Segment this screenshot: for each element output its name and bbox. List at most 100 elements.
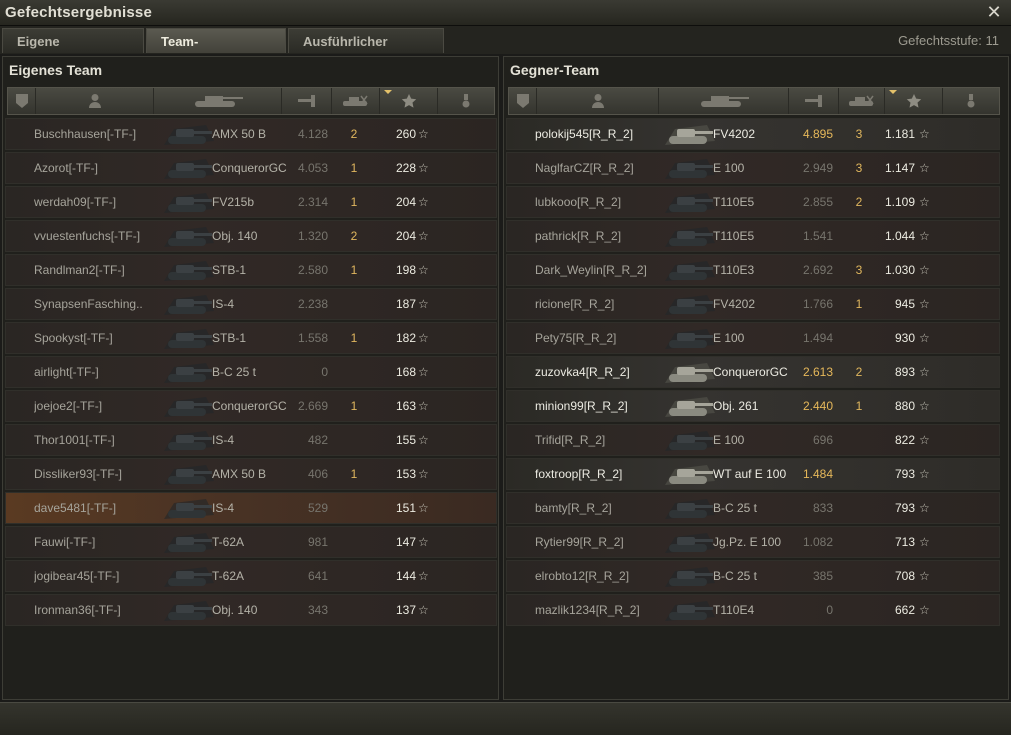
table-row[interactable]: polokij545[R_R_2] FV4202 4.895 3 1.181 ☆	[506, 118, 1000, 150]
medal-icon[interactable]	[438, 88, 494, 114]
kills-icon[interactable]	[332, 88, 380, 114]
player-name: airlight[-TF-]	[34, 365, 99, 379]
table-row[interactable]: Rytier99[R_R_2] Jg.Pz. E 100 1.082 713 ☆	[506, 526, 1000, 558]
table-row[interactable]: lubkooo[R_R_2] T110E5 2.855 2 1.109 ☆	[506, 186, 1000, 218]
player-name: bamty[R_R_2]	[535, 501, 612, 515]
table-row[interactable]: Azorot[-TF-] ConquerorGC 4.053 1 228 ☆	[5, 152, 497, 184]
xp-value: 662	[894, 603, 915, 617]
kills-value: 1	[350, 263, 358, 277]
table-row[interactable]: joejoe2[-TF-] ConquerorGC 2.669 1 163 ☆	[5, 390, 497, 422]
kills-value	[344, 425, 364, 455]
kills-value: 1	[350, 161, 358, 175]
window-titlebar: Gefechtsergebnisse ✕	[0, 0, 1011, 26]
star-icon: ☆	[919, 297, 930, 311]
xp-value: 822	[894, 433, 915, 447]
star-icon: ☆	[919, 263, 930, 277]
player-name: foxtroop[R_R_2]	[535, 467, 623, 481]
star-icon: ☆	[919, 229, 930, 243]
kills-value: 1	[350, 331, 358, 345]
tab-eigene-auswertung[interactable]: Eigene Auswertung	[2, 28, 144, 74]
table-row[interactable]: Trifid[R_R_2] E 100 696 822 ☆	[506, 424, 1000, 456]
tank-thumbnail-icon	[158, 527, 218, 557]
table-row[interactable]: foxtroop[R_R_2] WT auf E 100 1.484 793 ☆	[506, 458, 1000, 490]
tank-thumbnail-icon	[659, 493, 719, 523]
table-row[interactable]: NaglfarCZ[R_R_2] E 100 2.949 3 1.147 ☆	[506, 152, 1000, 184]
table-row[interactable]: Dissliker93[-TF-] AMX 50 B 406 1 153 ☆	[5, 458, 497, 490]
xp-value: 945	[894, 297, 915, 311]
damage-value: 343	[307, 603, 328, 617]
tab-ausfuehrlicher-bericht[interactable]: Ausführlicher Bericht	[288, 28, 444, 74]
table-row[interactable]: mazlik1234[R_R_2] T110E4 0 662 ☆	[506, 594, 1000, 626]
table-row[interactable]: minion99[R_R_2] Obj. 261 2.440 1 880 ☆	[506, 390, 1000, 422]
player-name: vvuestenfuchs[-TF-]	[34, 229, 141, 243]
table-row[interactable]: dave5481[-TF-] IS-4 529 151 ☆	[5, 492, 497, 524]
damage-value: 1.484	[802, 467, 833, 481]
star-icon: ☆	[418, 161, 429, 175]
kills-value	[344, 527, 364, 557]
tab-bar: Eigene Auswertung Team-Auswertung Ausfüh…	[0, 26, 1011, 74]
tab-team-auswertung[interactable]: Team-Auswertung	[146, 28, 286, 74]
xp-value: 155	[395, 433, 416, 447]
table-row[interactable]: Spookyst[-TF-] STB-1 1.558 1 182 ☆	[5, 322, 497, 354]
table-row[interactable]: vvuestenfuchs[-TF-] Obj. 140 1.320 2 204 ☆	[5, 220, 497, 252]
player-name: Randlman2[-TF-]	[34, 263, 125, 277]
player-name: Rytier99[R_R_2]	[535, 535, 624, 549]
kills-value: 2	[855, 195, 863, 209]
damage-value: 4.053	[297, 161, 328, 175]
table-row[interactable]: elrobto12[R_R_2] B-C 25 t 385 708 ☆	[506, 560, 1000, 592]
star-icon: ☆	[418, 501, 429, 515]
table-row[interactable]: Pety75[R_R_2] E 100 1.494 930 ☆	[506, 322, 1000, 354]
xp-value: 182	[395, 331, 416, 345]
star-icon: ☆	[418, 467, 429, 481]
tank-icon[interactable]	[154, 88, 282, 114]
table-row[interactable]: Fauwi[-TF-] T-62A 981 147 ☆	[5, 526, 497, 558]
xp-value: 880	[894, 399, 915, 413]
player-icon[interactable]	[537, 88, 659, 114]
squad-icon[interactable]	[8, 88, 36, 114]
table-row[interactable]: Ironman36[-TF-] Obj. 140 343 137 ☆	[5, 594, 497, 626]
damage-value: 641	[307, 569, 328, 583]
player-name: ricione[R_R_2]	[535, 297, 615, 311]
kills-icon[interactable]	[839, 88, 885, 114]
table-row[interactable]: Dark_Weylin[R_R_2] T110E3 2.692 3 1.030 ☆	[506, 254, 1000, 286]
damage-value: 696	[812, 433, 833, 447]
table-row[interactable]: zuzovka4[R_R_2] ConquerorGC 2.613 2 893 ☆	[506, 356, 1000, 388]
tank-thumbnail-icon	[158, 187, 218, 217]
table-row[interactable]: SynapsenFasching.. IS-4 2.238 187 ☆	[5, 288, 497, 320]
kills-value: 1	[855, 399, 863, 413]
table-row[interactable]: Buschhausen[-TF-] AMX 50 B 4.128 2 260 ☆	[5, 118, 497, 150]
xp-value: 1.181	[884, 127, 915, 141]
xp-star-icon[interactable]	[380, 88, 438, 114]
player-icon[interactable]	[36, 88, 154, 114]
star-icon: ☆	[919, 433, 930, 447]
xp-star-icon[interactable]	[885, 88, 943, 114]
table-row[interactable]: Thor1001[-TF-] IS-4 482 155 ☆	[5, 424, 497, 456]
damage-value: 406	[307, 467, 328, 481]
close-icon[interactable]: ✕	[985, 3, 1003, 21]
xp-value: 708	[894, 569, 915, 583]
star-icon: ☆	[919, 467, 930, 481]
table-row[interactable]: airlight[-TF-] B-C 25 t 0 168 ☆	[5, 356, 497, 388]
kills-value	[344, 595, 364, 625]
table-row[interactable]: pathrick[R_R_2] T110E5 1.541 1.044 ☆	[506, 220, 1000, 252]
table-row[interactable]: ricione[R_R_2] FV4202 1.766 1 945 ☆	[506, 288, 1000, 320]
damage-value: 833	[812, 501, 833, 515]
damage-value: 2.613	[802, 365, 833, 379]
squad-icon[interactable]	[509, 88, 537, 114]
table-row[interactable]: bamty[R_R_2] B-C 25 t 833 793 ☆	[506, 492, 1000, 524]
damage-icon[interactable]	[789, 88, 839, 114]
bottom-bar	[0, 702, 1011, 735]
player-name: NaglfarCZ[R_R_2]	[535, 161, 634, 175]
tank-thumbnail-icon	[659, 595, 719, 625]
damage-icon[interactable]	[282, 88, 332, 114]
table-row[interactable]: jogibear45[-TF-] T-62A 641 144 ☆	[5, 560, 497, 592]
table-row[interactable]: werdah09[-TF-] FV215b 2.314 1 204 ☆	[5, 186, 497, 218]
medal-icon[interactable]	[943, 88, 999, 114]
player-name: Fauwi[-TF-]	[34, 535, 96, 549]
star-icon: ☆	[919, 603, 930, 617]
kills-value	[344, 493, 364, 523]
tank-thumbnail-icon	[158, 255, 218, 285]
star-icon: ☆	[919, 195, 930, 209]
table-row[interactable]: Randlman2[-TF-] STB-1 2.580 1 198 ☆	[5, 254, 497, 286]
tank-icon[interactable]	[659, 88, 789, 114]
